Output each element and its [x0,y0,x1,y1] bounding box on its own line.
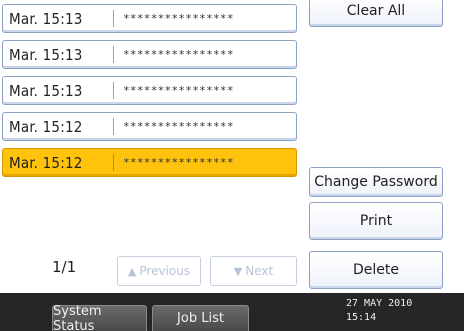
print-button[interactable]: Print [309,202,443,240]
file-name: **************** [123,48,234,61]
file-row-3[interactable]: Mar. 15:13 **************** [2,76,297,105]
file-date: Mar. 15:13 [9,81,83,100]
next-label: Next [245,264,274,278]
job-list-tab[interactable]: Job List [152,305,249,331]
file-name: **************** [123,120,234,133]
file-name: **************** [123,12,234,25]
file-row-1[interactable]: Mar. 15:13 **************** [2,4,297,33]
file-name: **************** [123,84,234,97]
file-row-5-selected[interactable]: Mar. 15:12 **************** [2,148,297,177]
file-name: **************** [123,156,234,169]
up-triangle-icon: ▲ [127,264,137,278]
file-row-2[interactable]: Mar. 15:13 **************** [2,40,297,69]
previous-button[interactable]: ▲ Previous [117,256,201,286]
date-time-readout: 27 MAY 2010 15:14 [346,297,412,325]
status-bar: System Status Job List 27 MAY 2010 15:14 [0,293,464,331]
delete-button[interactable]: Delete [309,251,443,289]
down-triangle-icon: ▼ [233,264,243,278]
time-label: 15:14 [346,312,377,323]
previous-label: Previous [139,264,191,278]
next-button[interactable]: ▼ Next [210,256,297,286]
date-label: 27 MAY 2010 [346,298,413,309]
file-row-4[interactable]: Mar. 15:12 **************** [2,112,297,141]
file-date: Mar. 15:13 [9,45,83,64]
page-counter: 1/1 [52,258,77,276]
clear-all-button[interactable]: Clear All [309,0,443,27]
system-status-tab[interactable]: System Status [52,304,147,331]
change-password-button[interactable]: Change Password [309,167,443,197]
file-date: Mar. 15:12 [9,153,83,172]
file-date: Mar. 15:13 [9,9,83,28]
file-date: Mar. 15:12 [9,117,83,136]
